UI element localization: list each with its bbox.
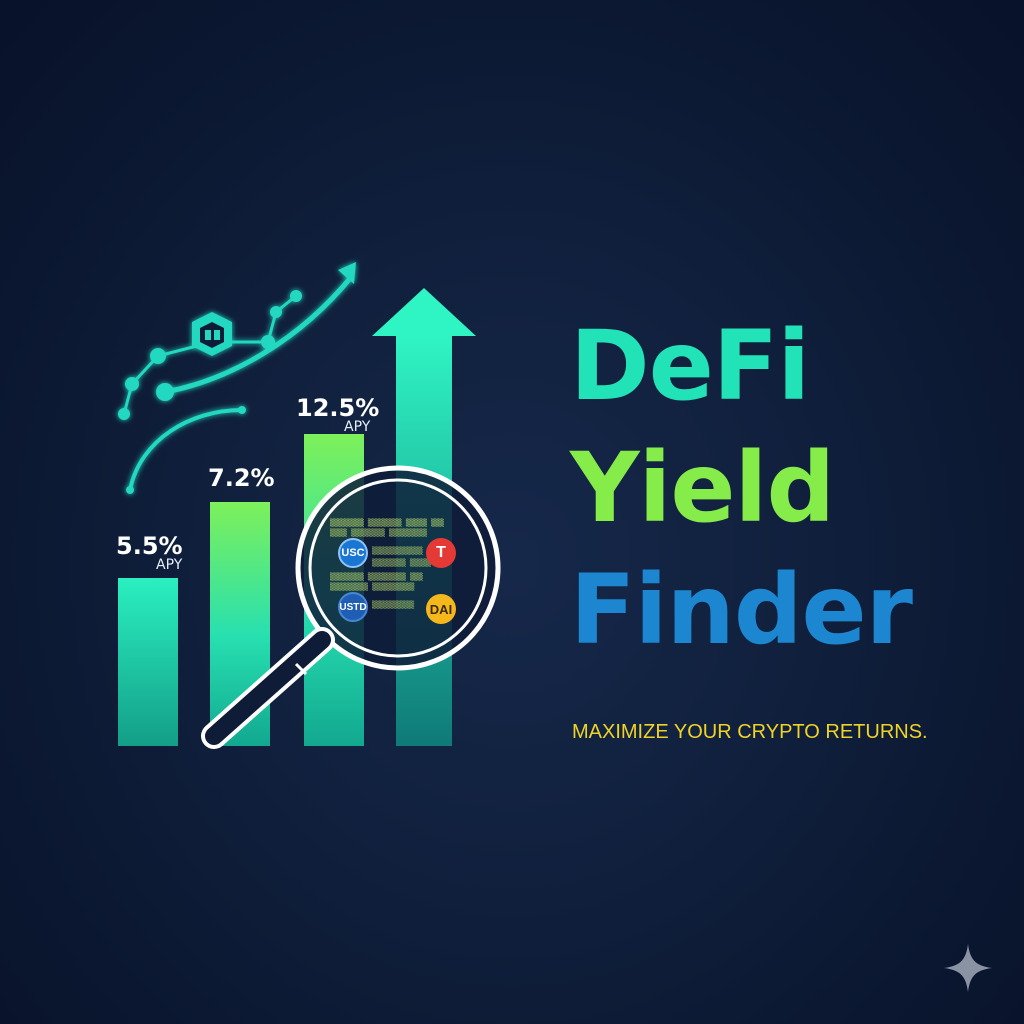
decorative-code: ▒▒▒▒▒▒▒▒▒ ▒▒▒▒▒▒▒▒▒▒ <box>330 583 415 591</box>
illustration <box>118 262 992 992</box>
decorative-code: ▒▒▒▒▒▒▒▒▒▒▒▒ <box>372 547 423 555</box>
decorative-code: ▒▒▒▒ ▒▒▒▒▒▒▒▒ ▒▒▒▒▒▒▒▒▒ <box>330 529 427 537</box>
bar-sub-label: APY <box>344 419 371 435</box>
decorative-code: ▒▒▒▒▒▒▒▒ ▒▒▒▒▒ <box>372 559 432 567</box>
bar-value-label: 7.2% <box>208 464 275 492</box>
blockchain-cube-icon <box>192 312 232 356</box>
poster: ▒▒▒▒▒▒▒▒ ▒▒▒▒▒▒▒▒ ▒▒▒▒▒ ▒▒▒ ▒▒▒▒ ▒▒▒▒▒▒▒… <box>0 0 1024 1024</box>
tagline: MAXIMIZE YOUR CRYPTO RETURNS. <box>572 721 928 743</box>
bar-sub-label: APY <box>156 557 183 573</box>
decorative-code: ▒▒▒▒▒▒▒▒ ▒▒▒▒▒▒▒▒▒ ▒▒▒ <box>330 573 423 581</box>
usdt-token-icon: USTD <box>338 592 368 622</box>
decorative-code: ▒▒▒▒▒▒▒▒▒▒ <box>372 601 415 609</box>
tether-token-icon: T <box>426 538 456 568</box>
bar-value-label: 12.5% <box>296 394 380 422</box>
title-line-defi: DeFi <box>570 310 810 422</box>
title-line-finder: Finder <box>570 554 913 666</box>
bar-value-label: 5.5% <box>116 532 183 560</box>
dai-token-icon: DAI <box>426 594 456 624</box>
sparkle-icon <box>944 944 992 992</box>
bar-5-5 <box>118 578 178 746</box>
decorative-code: ▒▒▒▒▒▒▒▒ ▒▒▒▒▒▒▒▒ ▒▒▒▒▒ ▒▒▒ <box>330 519 444 527</box>
title-line-yield: Yield <box>570 432 835 544</box>
usc-token-icon: USC <box>338 538 368 568</box>
